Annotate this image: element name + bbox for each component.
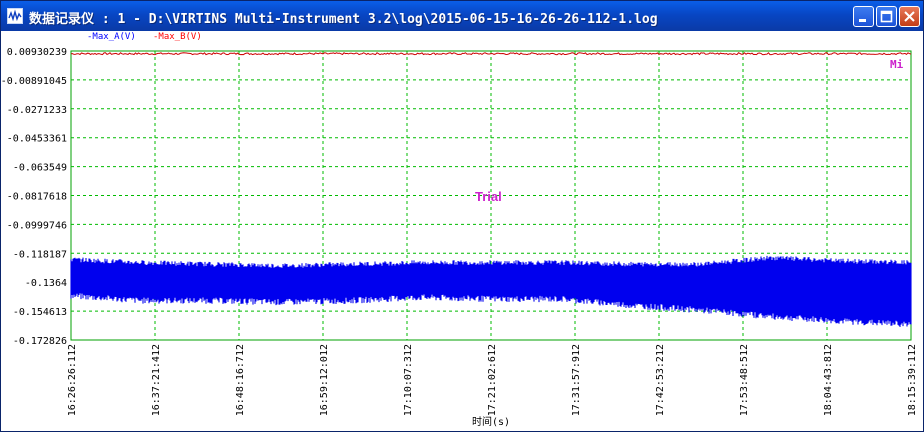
maximize-icon: [880, 10, 893, 23]
y-tick-label: -0.1364: [25, 278, 67, 289]
x-axis-label: 时间(s): [472, 415, 510, 428]
x-tick-label: 17:53:48:512: [739, 344, 750, 416]
waveform-icon[interactable]: [7, 8, 23, 24]
x-axis-ticks: 16:26:26:112 16:37:21:412 16:48:16:712 16:5…: [67, 344, 918, 416]
plot-area[interactable]: 0.00930239 -0.00891045 -0.0271233 -0.045336…: [1, 31, 923, 431]
x-tick-label: 18:04:43:812: [823, 344, 834, 416]
x-tick-label: 16:59:12:012: [319, 344, 330, 416]
y-tick-label: 0.00930239: [7, 47, 67, 58]
y-tick-label: -0.0999746: [7, 220, 67, 231]
trial-watermark: Trial: [475, 189, 502, 204]
x-tick-label: 16:48:16:712: [235, 344, 246, 416]
x-tick-label: 17:21:02:612: [487, 344, 498, 416]
minimize-button[interactable]: [853, 6, 874, 27]
x-tick-label: 17:42:53:212: [655, 344, 666, 416]
maximize-button[interactable]: [876, 6, 897, 27]
x-tick-label: 16:26:26:112: [67, 344, 78, 416]
y-axis-ticks: 0.00930239 -0.00891045 -0.0271233 -0.045336…: [1, 47, 67, 347]
x-tick-label: 17:31:57:912: [571, 344, 582, 416]
minimize-icon: [859, 19, 866, 22]
close-icon: [904, 11, 915, 22]
y-tick-label: -0.0271233: [7, 105, 67, 116]
y-tick-label: -0.00891045: [1, 76, 67, 87]
y-tick-label: -0.063549: [13, 163, 67, 174]
window-title: 数据记录仪 : 1 - D:\VIRTINS Multi-Instrument …: [29, 12, 658, 27]
legend-entry-max-a: -Max_A(V): [87, 32, 136, 42]
close-button[interactable]: [899, 6, 920, 27]
data-logger-window: 数据记录仪 : 1 - D:\VIRTINS Multi-Instrument …: [0, 0, 924, 432]
x-tick-label: 18:15:39:112: [907, 344, 918, 416]
x-tick-label: 17:10:07:312: [403, 344, 414, 416]
legend-entry-max-b: -Max_B(V): [153, 32, 202, 42]
y-tick-label: -0.172826: [13, 336, 67, 347]
title-bar[interactable]: 数据记录仪 : 1 - D:\VIRTINS Multi-Instrument …: [1, 1, 923, 31]
y-tick-label: -0.0453361: [7, 134, 67, 145]
corner-label: Mi: [890, 58, 904, 71]
y-tick-label: -0.0817618: [7, 191, 67, 202]
chart-svg[interactable]: 0.00930239 -0.00891045 -0.0271233 -0.045336…: [1, 31, 923, 431]
y-tick-label: -0.154613: [13, 307, 67, 318]
x-tick-label: 16:37:21:412: [151, 344, 162, 416]
y-tick-label: -0.118187: [13, 249, 67, 260]
